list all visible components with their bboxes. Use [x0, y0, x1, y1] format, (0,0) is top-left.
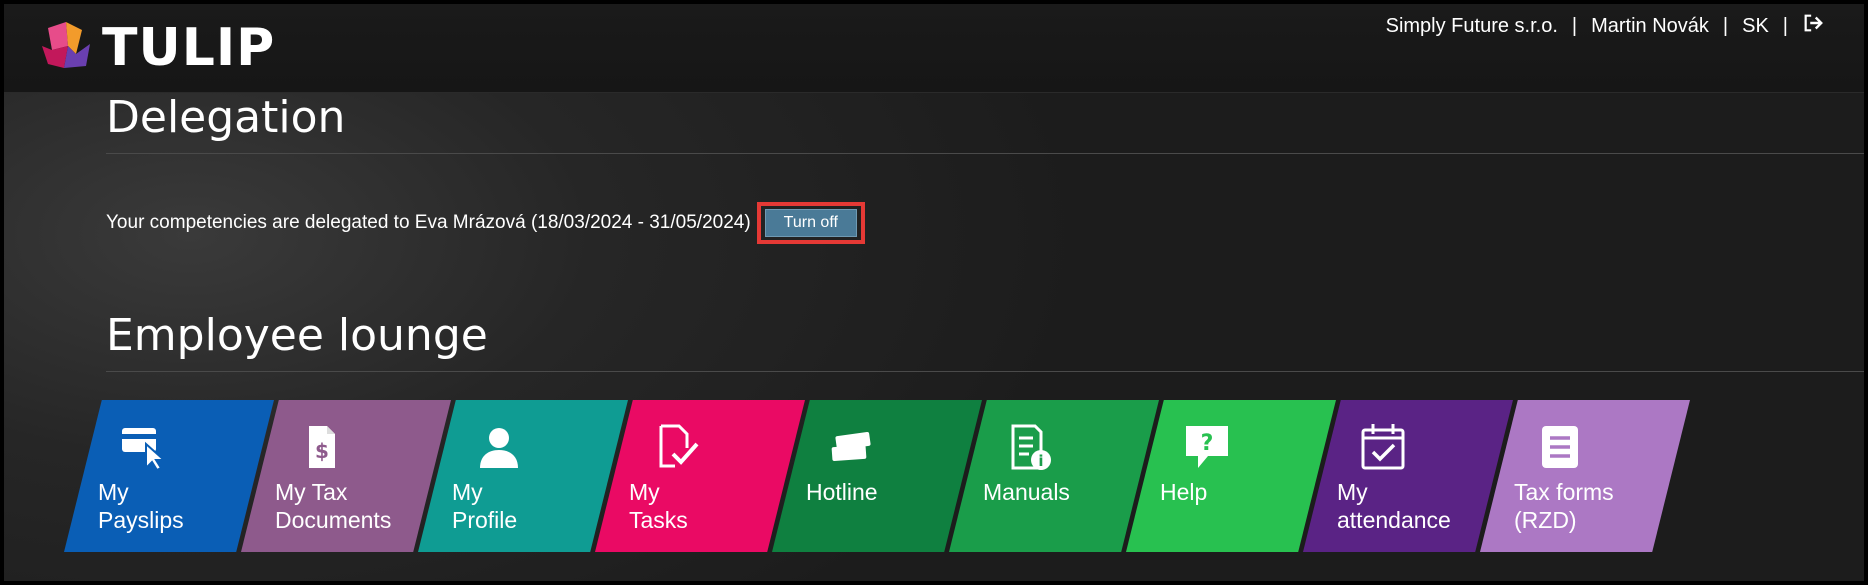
- tile-label-line1: Hotline: [806, 479, 878, 505]
- tile-label-line1: My: [452, 479, 483, 505]
- tile-label: Manuals: [983, 478, 1070, 506]
- tile-label-line1: My: [629, 479, 660, 505]
- svg-text:i: i: [1038, 452, 1043, 470]
- tile-label-line2: Documents: [275, 507, 392, 533]
- lounge-title: Employee lounge: [106, 310, 488, 361]
- tile-label-line2: attendance: [1337, 507, 1451, 533]
- lounge-tiles: My Payslips $ My Tax Documents My Profile My Tas…: [64, 400, 1764, 552]
- person-icon: [474, 422, 524, 472]
- calendar-check-icon: [1359, 422, 1409, 472]
- logout-icon[interactable]: [1802, 12, 1824, 40]
- separator: |: [1571, 14, 1578, 37]
- tile-label: My attendance: [1337, 478, 1451, 534]
- tile-label: Tax forms (RZD): [1514, 478, 1614, 534]
- divider: [106, 153, 1864, 154]
- tickets-icon: [828, 422, 878, 472]
- top-bar: TULIP Simply Future s.r.o. | Martin Nová…: [4, 4, 1864, 93]
- user-link[interactable]: Martin Novák: [1591, 15, 1709, 38]
- logo-text: TULIP: [102, 18, 276, 78]
- app-frame: TULIP Simply Future s.r.o. | Martin Nová…: [0, 0, 1868, 585]
- tax-document-icon: $: [297, 422, 347, 472]
- svg-text:$: $: [315, 439, 329, 463]
- delegation-message: Your competencies are delegated to Eva M…: [106, 212, 751, 233]
- tile-label-line1: My: [1337, 479, 1368, 505]
- manual-info-icon: i: [1005, 422, 1055, 472]
- tile-label-line2: Payslips: [98, 507, 184, 533]
- company-link[interactable]: Simply Future s.r.o.: [1386, 15, 1558, 38]
- task-check-icon: [651, 422, 701, 472]
- separator: |: [1722, 14, 1729, 37]
- lounge-tile[interactable]: Tax forms (RZD): [1480, 400, 1690, 552]
- lounge-tile[interactable]: My Profile: [418, 400, 628, 552]
- tile-label-line1: Tax forms: [1514, 479, 1614, 505]
- lounge-tile[interactable]: My Payslips: [64, 400, 274, 552]
- tile-label-line2: Tasks: [629, 507, 688, 533]
- card-click-icon: [120, 422, 170, 472]
- lounge-tile[interactable]: $ My Tax Documents: [241, 400, 451, 552]
- tulip-logo-icon: [38, 20, 96, 77]
- lounge-tile[interactable]: My attendance: [1303, 400, 1513, 552]
- tile-label-line1: My Tax: [275, 479, 348, 505]
- divider: [106, 371, 1864, 372]
- svg-text:?: ?: [1201, 431, 1214, 456]
- logo[interactable]: TULIP: [38, 18, 275, 78]
- turn-off-highlight: Turn off: [756, 202, 865, 244]
- tile-label-line2: Profile: [452, 507, 518, 533]
- tile-label-line1: Help: [1160, 479, 1208, 505]
- tile-label-line2: (RZD): [1514, 507, 1577, 533]
- separator: |: [1782, 14, 1788, 37]
- form-list-icon: [1536, 422, 1586, 472]
- delegation-section: Delegation: [106, 92, 1864, 154]
- tile-label: My Payslips: [98, 478, 184, 534]
- lounge-tile[interactable]: i Manuals: [949, 400, 1159, 552]
- lounge-tile[interactable]: My Tasks: [595, 400, 805, 552]
- user-bar: Simply Future s.r.o. | Martin Novák | SK…: [1386, 12, 1824, 40]
- tile-label: Hotline: [806, 478, 878, 506]
- lounge-tile[interactable]: ? Help: [1126, 400, 1336, 552]
- tile-label-line1: Manuals: [983, 479, 1070, 505]
- tile-label: My Tasks: [629, 478, 688, 534]
- lounge-section: Employee lounge: [106, 310, 1864, 372]
- tile-label: My Profile: [452, 478, 517, 534]
- language-link[interactable]: SK: [1742, 15, 1769, 38]
- help-bubble-icon: ?: [1182, 422, 1232, 472]
- tile-label: Help: [1160, 478, 1207, 506]
- lounge-tile[interactable]: Hotline: [772, 400, 982, 552]
- tile-label-line1: My: [98, 479, 129, 505]
- delegation-title: Delegation: [106, 92, 346, 143]
- turn-off-button[interactable]: Turn off: [764, 209, 857, 237]
- delegation-row: Your competencies are delegated to Eva M…: [106, 202, 865, 244]
- tile-label: My Tax Documents: [275, 478, 391, 534]
